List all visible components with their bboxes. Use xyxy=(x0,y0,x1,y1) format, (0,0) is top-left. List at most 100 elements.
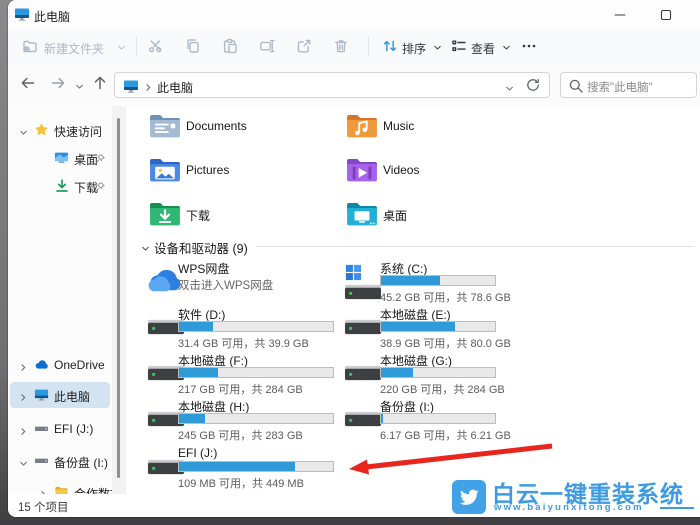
address-dropdown-icon[interactable] xyxy=(504,81,515,99)
download-icon xyxy=(54,178,70,199)
copy-icon[interactable] xyxy=(185,38,201,54)
title-bar[interactable]: 此电脑 xyxy=(8,0,700,30)
drive-capacity-caption: 31.4 GB 可用，共 39.9 GB xyxy=(178,338,309,350)
capacity-bar-fill xyxy=(381,276,441,285)
chevron-down-icon[interactable] xyxy=(18,125,29,143)
new-folder-chevron-icon[interactable] xyxy=(116,42,127,53)
sidebar-item--[interactable]: 桌面 xyxy=(10,145,110,171)
sidebar-item--[interactable]: 快速访问 xyxy=(10,117,110,143)
sidebar-item-label: 备份盘 (I:) xyxy=(54,456,108,470)
sidebar-scrollbar-thumb[interactable] xyxy=(117,118,120,478)
search-icon xyxy=(568,78,584,94)
sort-icon[interactable] xyxy=(382,38,398,54)
address-row: 此电脑 搜索"此电脑" xyxy=(8,63,700,107)
refresh-icon[interactable] xyxy=(525,77,541,93)
sidebar-scrollbar-track[interactable] xyxy=(112,106,126,494)
sort-button[interactable]: 排序 xyxy=(402,40,426,57)
chevron-down-icon[interactable] xyxy=(18,456,29,474)
drive-capacity-caption: 6.17 GB 可用，共 6.21 GB xyxy=(380,430,511,442)
chevron-right-icon[interactable] xyxy=(18,360,29,378)
pin-icon xyxy=(94,152,106,170)
forward-icon[interactable] xyxy=(50,75,66,96)
capacity-bar xyxy=(380,367,496,378)
cloud-icon xyxy=(34,357,50,378)
sidebar-item--[interactable]: 此电脑 xyxy=(10,382,110,408)
up-icon[interactable] xyxy=(92,75,108,96)
folder-pictures-icon xyxy=(148,156,182,189)
folder-tile-pictures[interactable]: Pictures xyxy=(148,154,318,190)
folder-tile-videos[interactable]: Videos xyxy=(345,154,515,190)
rename-icon[interactable] xyxy=(259,38,275,54)
drive-tile-g[interactable]: 本地磁盘 (G:) 220 GB 可用，共 284 GB xyxy=(344,352,505,396)
cut-icon[interactable] xyxy=(148,38,164,54)
drive-tile-i[interactable]: 备份盘 (I:) 6.17 GB 可用，共 6.21 GB xyxy=(344,398,511,442)
section-divider xyxy=(256,246,694,247)
drive-tile-c[interactable]: 系统 (C:) 45.2 GB 可用，共 78.6 GB xyxy=(344,260,511,304)
watermark-underline xyxy=(660,507,694,509)
folder-tile-music[interactable]: Music xyxy=(345,110,515,146)
chevron-right-icon[interactable] xyxy=(18,390,29,408)
capacity-bar-fill xyxy=(381,414,384,423)
watermark: 白云一键重装系统 www.baiyunxitong.com xyxy=(450,476,700,517)
folder-videos-icon xyxy=(345,156,379,189)
sort-chevron-icon[interactable] xyxy=(432,42,443,53)
capacity-bar-fill xyxy=(179,414,206,423)
new-folder-button[interactable]: 新建文件夹 xyxy=(44,40,104,57)
toolbar-divider xyxy=(136,37,137,56)
capacity-bar xyxy=(178,461,334,472)
drive-capacity-caption: 38.9 GB 可用，共 80.0 GB xyxy=(380,338,511,350)
sidebar-item-onedrive[interactable]: OneDrive xyxy=(10,352,110,378)
toolbar-divider xyxy=(368,37,369,56)
sidebar-item--[interactable]: 下载 xyxy=(10,173,110,199)
section-collapse-icon[interactable] xyxy=(140,241,151,259)
items-count: 15 个项目 xyxy=(18,502,69,514)
section-header-devices-drives[interactable]: 设备和驱动器 (9) xyxy=(154,238,248,257)
folder-tile-desktop[interactable]: 桌面 xyxy=(345,198,515,234)
folder-label: Videos xyxy=(383,163,420,177)
drive-icon xyxy=(34,453,49,473)
drive-tile-f[interactable]: 本地磁盘 (F:) 217 GB 可用，共 284 GB xyxy=(147,352,334,396)
folder-label: 下载 xyxy=(186,209,211,223)
maximize-button[interactable] xyxy=(646,0,686,30)
sidebar-item--i-[interactable]: 备份盘 (I:) xyxy=(10,448,110,474)
drive-tile-e[interactable]: 本地磁盘 (E:) 38.9 GB 可用，共 80.0 GB xyxy=(344,306,511,350)
sidebar-item-label: EFI (J:) xyxy=(54,422,94,436)
sidebar-item-label: OneDrive xyxy=(54,358,105,372)
drive-tile-d[interactable]: 软件 (D:) 31.4 GB 可用，共 39.9 GB xyxy=(147,306,334,350)
drive-tile-wps[interactable]: WPS网盘 双击进入WPS网盘 xyxy=(148,260,334,304)
sidebar-item-efi-j-[interactable]: EFI (J:) xyxy=(10,416,110,442)
capacity-bar xyxy=(178,321,334,332)
share-icon[interactable] xyxy=(296,38,312,54)
folder-documents-icon xyxy=(148,112,182,145)
explorer-window[interactable]: 此电脑 新建文件夹 排序 查看 此电脑 搜索"此电脑" 快速访问 桌面 下载 O… xyxy=(8,0,700,517)
breadcrumb[interactable]: 此电脑 xyxy=(157,79,193,96)
minimize-button[interactable] xyxy=(600,0,640,30)
folder-tile-documents[interactable]: Documents xyxy=(148,110,318,146)
drive-capacity-caption: 245 GB 可用，共 283 GB xyxy=(178,430,303,442)
folder-desktop-icon xyxy=(345,200,379,233)
drive-tile-h[interactable]: 本地磁盘 (H:) 245 GB 可用，共 283 GB xyxy=(147,398,334,442)
more-options-icon[interactable] xyxy=(521,38,537,54)
capacity-bar xyxy=(178,413,334,424)
view-icon[interactable] xyxy=(451,38,467,54)
paste-icon[interactable] xyxy=(222,38,238,54)
recent-locations-icon[interactable] xyxy=(74,79,85,97)
capacity-bar-fill xyxy=(179,462,295,471)
drive-icon xyxy=(344,408,382,434)
drive-icon xyxy=(344,362,382,388)
search-input[interactable]: 搜索"此电脑" xyxy=(587,79,653,95)
drive-tile-j[interactable]: EFI (J:) 109 MB 可用，共 449 MB xyxy=(147,446,334,490)
new-folder-icon[interactable] xyxy=(22,38,38,54)
file-list-pane: Documents Music Pictures Videos 下载 桌面设备和驱动器 (… xyxy=(126,106,700,494)
search-box[interactable]: 搜索"此电脑" xyxy=(560,72,697,98)
folder-tile-downloads[interactable]: 下载 xyxy=(148,198,318,234)
view-button[interactable]: 查看 xyxy=(471,40,495,57)
chevron-right-icon[interactable] xyxy=(18,424,29,442)
view-chevron-icon[interactable] xyxy=(501,42,512,53)
folder-music-icon xyxy=(345,112,379,145)
address-bar[interactable]: 此电脑 xyxy=(114,72,550,98)
delete-icon[interactable] xyxy=(333,38,349,54)
pin-icon xyxy=(94,180,106,198)
folder-label: Music xyxy=(383,119,415,133)
back-icon[interactable] xyxy=(20,75,36,96)
